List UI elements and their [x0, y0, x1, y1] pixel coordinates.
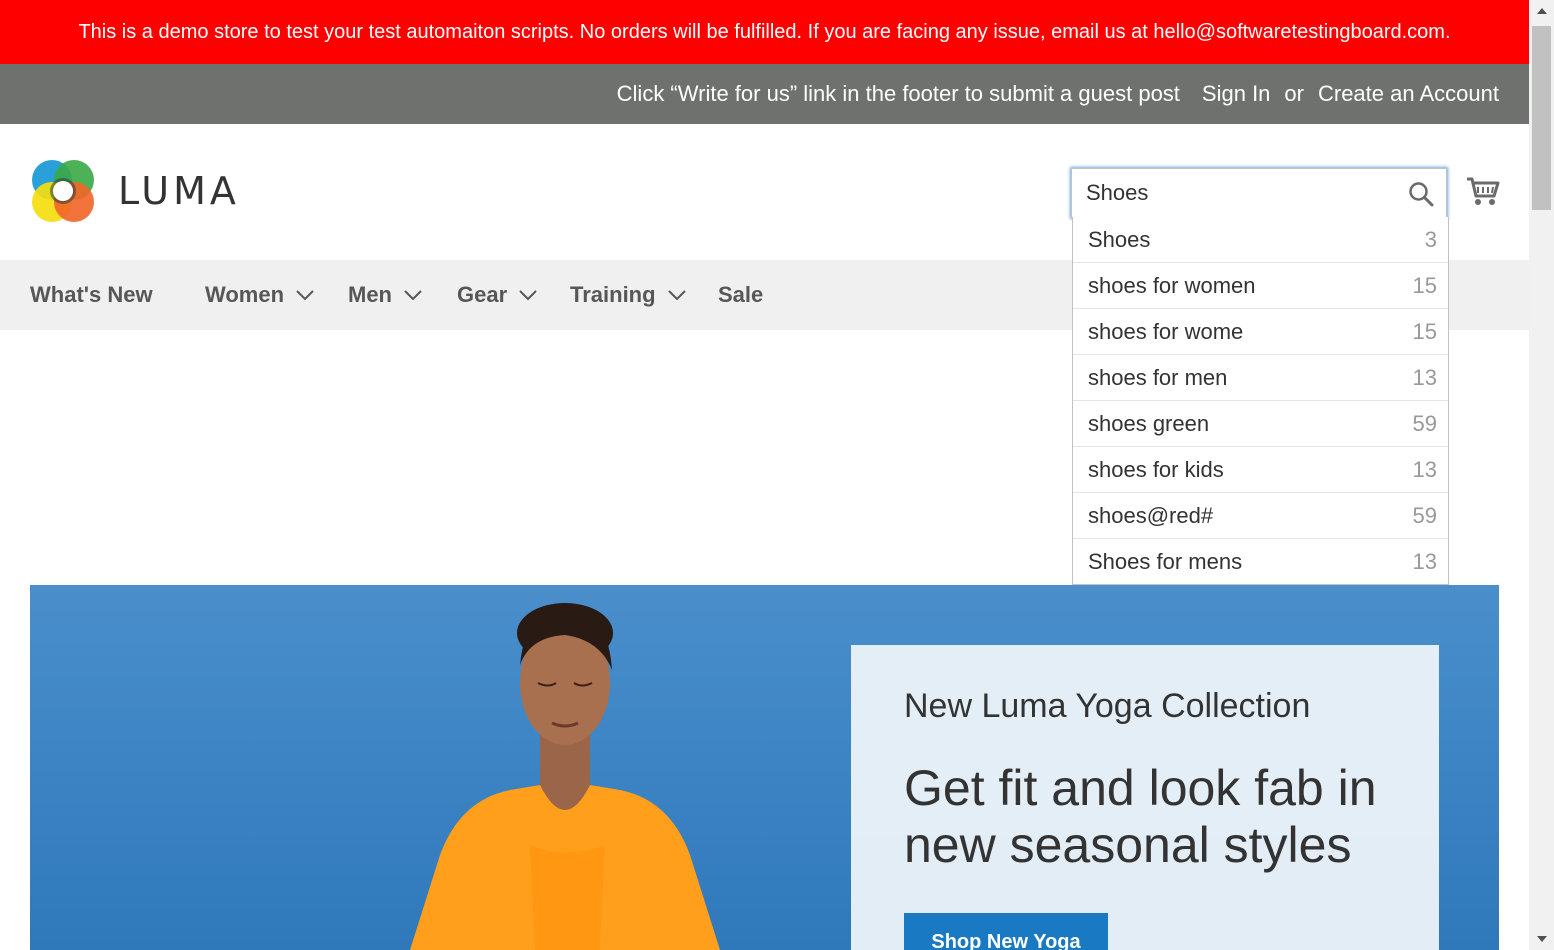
suggestion-count: 3 [1424, 226, 1437, 252]
hero-headline: Get fit and look fab in new seasonal sty… [904, 760, 1377, 873]
or-separator: or [1284, 81, 1304, 106]
search-input[interactable] [1072, 169, 1406, 217]
suggestion-count: 59 [1412, 410, 1437, 436]
nav-label: Gear [457, 282, 508, 307]
autocomplete-item[interactable]: shoes for wome 15 [1073, 308, 1448, 354]
chevron-down-icon [404, 290, 422, 301]
autocomplete-item[interactable]: shoes green 59 [1073, 400, 1448, 446]
page: This is a demo store to test your test a… [0, 0, 1529, 950]
cart-icon[interactable] [1466, 174, 1500, 208]
suggestion-term: shoes for women [1088, 272, 1256, 298]
nav-label: What's New [30, 282, 153, 307]
suggestion-count: 15 [1412, 318, 1437, 344]
suggestion-term: Shoes for mens [1088, 548, 1243, 574]
nav-gear[interactable]: Gear [457, 260, 537, 330]
search-icon[interactable] [1408, 181, 1434, 207]
search-box[interactable] [1071, 168, 1447, 218]
scrollbar-thumb[interactable] [1532, 26, 1551, 210]
nav-label: Men [348, 282, 392, 307]
create-account-link[interactable]: Create an Account [1318, 81, 1499, 107]
nav-sale[interactable]: Sale [718, 260, 763, 330]
hero-kicker: New Luma Yoga Collection [904, 687, 1311, 725]
nav-men[interactable]: Men [348, 260, 422, 330]
shop-new-yoga-button[interactable]: Shop New Yoga [904, 913, 1108, 950]
sign-in-link[interactable]: Sign In [1202, 81, 1271, 107]
autocomplete-item[interactable]: shoes@red# 59 [1073, 492, 1448, 538]
nav-label: Women [205, 282, 285, 307]
suggestion-count: 13 [1412, 548, 1437, 574]
demo-notice-bar: This is a demo store to test your test a… [0, 0, 1529, 64]
luma-logo[interactable]: LUMA [30, 158, 240, 224]
guest-post-promo: Click “Write for us” link in the footer … [616, 81, 1180, 106]
hero-promo-card: New Luma Yoga Collection Get fit and loo… [851, 645, 1439, 950]
nav-women[interactable]: Women [205, 260, 314, 330]
search-autocomplete: Shoes 3 shoes for women 15 shoes for wome 1… [1072, 217, 1449, 585]
chevron-down-icon [296, 290, 314, 301]
suggestion-term: shoes green [1088, 410, 1210, 436]
hero-banner[interactable]: New Luma Yoga Collection Get fit and loo… [30, 585, 1499, 950]
nav-whats-new[interactable]: What's New [30, 260, 153, 330]
autocomplete-item[interactable]: Shoes 3 [1073, 217, 1448, 262]
yoga-model-image [410, 603, 720, 950]
suggestion-count: 13 [1412, 364, 1437, 390]
suggestion-count: 15 [1412, 272, 1437, 298]
autocomplete-item[interactable]: shoes for men 13 [1073, 354, 1448, 400]
suggestion-term: shoes for kids [1088, 456, 1224, 482]
luma-logo-icon [32, 160, 94, 222]
scroll-up-arrow-icon[interactable] [1537, 8, 1547, 14]
suggestion-term: shoes for men [1088, 364, 1228, 390]
autocomplete-item[interactable]: shoes for kids 13 [1073, 446, 1448, 492]
logo-text: LUMA [118, 169, 240, 213]
chevron-down-icon [519, 290, 537, 301]
suggestion-term: shoes@red# [1088, 502, 1214, 528]
suggestion-term: shoes for wome [1088, 318, 1244, 344]
chevron-down-icon [667, 290, 686, 301]
autocomplete-item[interactable]: Shoes for mens 13 [1073, 538, 1448, 584]
suggestion-term: Shoes [1088, 226, 1151, 252]
demo-notice-text: This is a demo store to test your test a… [78, 21, 1451, 43]
nav-label: Sale [718, 282, 764, 307]
vertical-scrollbar[interactable] [1529, 0, 1554, 950]
autocomplete-item[interactable]: shoes for women 15 [1073, 262, 1448, 308]
scroll-down-arrow-icon[interactable] [1537, 936, 1547, 942]
panel-header: Click “Write for us” link in the footer … [0, 64, 1529, 124]
suggestion-count: 13 [1412, 456, 1437, 482]
suggestion-count: 59 [1412, 502, 1437, 528]
nav-training[interactable]: Training [570, 260, 686, 330]
nav-label: Training [570, 282, 656, 307]
